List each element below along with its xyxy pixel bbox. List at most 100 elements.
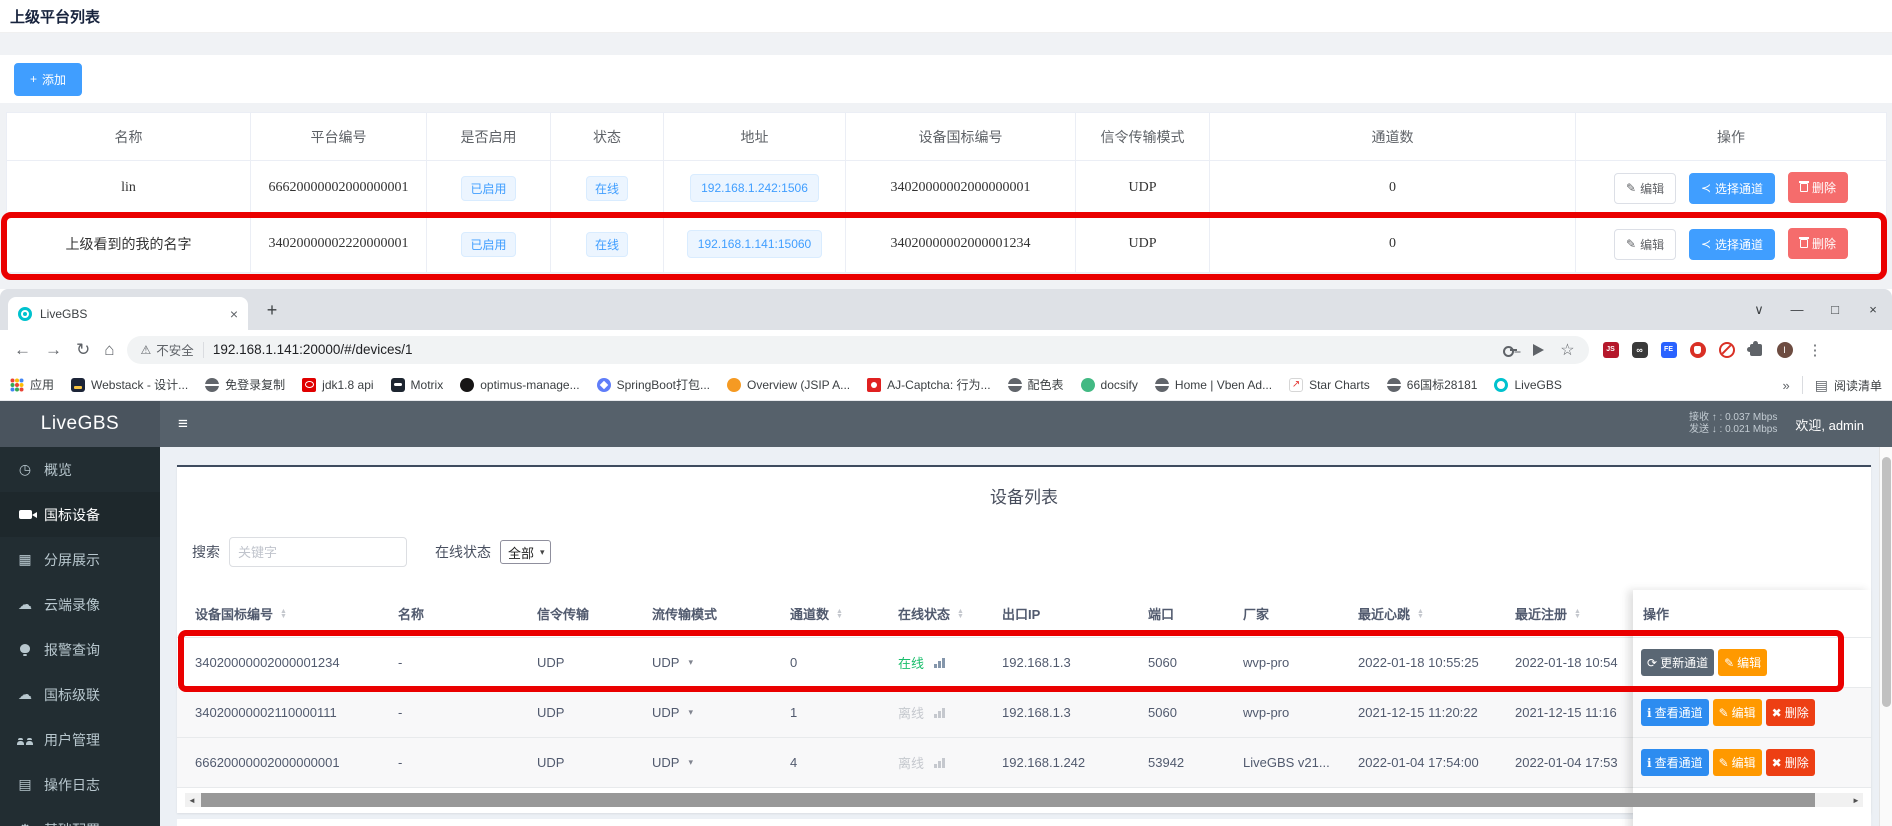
no-ads-extension-icon[interactable] (1719, 342, 1735, 358)
sort-icon[interactable]: ▲▼ (836, 609, 843, 619)
vertical-scrollbar[interactable] (1879, 447, 1892, 826)
forward-icon[interactable]: → (45, 340, 62, 360)
col-ip: 出口IP (1002, 604, 1148, 623)
tab-close-icon[interactable]: × (230, 306, 238, 322)
delete-button[interactable]: 删除 (1788, 228, 1848, 259)
address-link[interactable]: 192.168.1.141:15060 (687, 230, 822, 258)
chevron-down-icon: ▾ (688, 657, 693, 668)
blocker-extension-icon[interactable] (1690, 342, 1706, 358)
delete-button[interactable]: 删除 (1788, 172, 1848, 203)
fe-extension-icon[interactable]: FE (1661, 342, 1677, 358)
stream-mode-dropdown[interactable]: UDP▾ (652, 655, 790, 670)
send-icon[interactable] (1533, 344, 1544, 356)
maximize-button[interactable]: □ (1816, 289, 1854, 330)
delete-button[interactable]: ✖删除 (1766, 749, 1815, 776)
edit-button[interactable]: ✎编辑 (1614, 173, 1676, 204)
edit-button[interactable]: ✎编辑 (1713, 749, 1762, 776)
horizontal-scrollbar[interactable]: ◄ ► (185, 793, 1863, 807)
bookmark-springboot[interactable]: SpringBoot打包... (597, 376, 710, 393)
bookmark-star-charts[interactable]: ↗Star Charts (1289, 378, 1370, 392)
sort-icon[interactable]: ▲▼ (1417, 609, 1424, 619)
address-bar[interactable]: ⚠ 不安全 192.168.1.141:20000/#/devices/1 ☆ (127, 336, 1589, 364)
edit-button[interactable]: ✎编辑 (1614, 229, 1676, 260)
extensions-puzzle-icon[interactable] (1750, 344, 1762, 356)
new-tab-button[interactable]: + (258, 297, 286, 325)
browser-menu-icon[interactable]: ⋮ (1808, 341, 1823, 359)
scroll-left-icon[interactable]: ◄ (185, 796, 199, 805)
proxy-extension-icon[interactable]: ∞ (1632, 342, 1648, 358)
sidebar-item-gb-devices[interactable]: 国标设备 (0, 492, 160, 537)
stream-mode-dropdown[interactable]: UDP▾ (652, 705, 790, 720)
sidebar-toggle-icon[interactable]: ≡ (178, 414, 188, 434)
sidebar-item-overview[interactable]: ◷概览 (0, 447, 160, 492)
back-icon[interactable]: ← (14, 340, 31, 360)
online-status-select[interactable]: 全部 ▾ (500, 540, 551, 564)
edit-button[interactable]: ✎编辑 (1713, 699, 1762, 726)
scrollbar-thumb[interactable] (201, 793, 1815, 807)
address-link[interactable]: 192.168.1.242:1506 (690, 174, 819, 202)
sidebar-item-cloud-record[interactable]: ☁云端录像 (0, 582, 160, 627)
url-text[interactable]: 192.168.1.141:20000/#/devices/1 (213, 342, 1503, 357)
bookmark-vben[interactable]: Home | Vben Ad... (1155, 378, 1272, 392)
add-button[interactable]: + 添加 (14, 63, 82, 96)
close-button[interactable]: × (1854, 289, 1892, 330)
sort-icon[interactable]: ▲▼ (280, 609, 287, 619)
bookmark-webstack[interactable]: Webstack - 设计... (71, 376, 188, 393)
password-key-icon[interactable] (1503, 346, 1517, 354)
stream-mode-dropdown[interactable]: UDP▾ (652, 755, 790, 770)
col-registered[interactable]: 最近注册▲▼ (1515, 604, 1633, 623)
home-icon[interactable]: ⌂ (104, 340, 114, 360)
sidebar-item-logs[interactable]: ▤操作日志 (0, 762, 160, 807)
scrollbar-thumb[interactable] (1882, 457, 1891, 707)
bookmark-star-icon[interactable]: ☆ (1560, 340, 1574, 360)
browser-toolbar: ← → ↻ ⌂ ⚠ 不安全 192.168.1.141:20000/#/devi… (0, 330, 1892, 369)
window-chevron-icon[interactable]: ∨ (1740, 289, 1778, 330)
bookmark-livegbs[interactable]: LiveGBS (1494, 378, 1561, 392)
view-channels-button[interactable]: ℹ查看通道 (1641, 749, 1709, 776)
col-device-id[interactable]: 设备国标编号▲▼ (177, 604, 398, 623)
sidebar: ◷概览 国标设备 ▦分屏展示 ☁云端录像 报警查询 ☁↑国标级联 用户管理 ▤操… (0, 447, 160, 826)
bookmarks-overflow-icon[interactable]: » (1783, 378, 1790, 393)
col-heartbeat[interactable]: 最近心跳▲▼ (1358, 604, 1515, 623)
col-channels[interactable]: 通道数▲▼ (790, 604, 898, 623)
js-extension-icon[interactable]: JS (1603, 342, 1619, 358)
bookmark-apps[interactable]: 应用 (10, 376, 54, 393)
bar-chart-icon[interactable] (934, 658, 945, 668)
bookmark-colors[interactable]: 配色表 (1008, 376, 1064, 393)
sort-icon[interactable]: ▲▼ (957, 609, 964, 619)
welcome-user[interactable]: 欢迎, admin (1795, 415, 1864, 434)
bookmark-copy[interactable]: 免登录复制 (205, 376, 285, 393)
bookmark-docsify[interactable]: docsify (1081, 378, 1138, 392)
sidebar-item-alarms[interactable]: 报警查询 (0, 627, 160, 672)
sidebar-item-settings[interactable]: ⚙基础配置 (0, 807, 160, 826)
reading-list-button[interactable]: ▤ 阅读清单 (1815, 377, 1882, 394)
scroll-right-icon[interactable]: ► (1849, 796, 1863, 805)
sort-icon[interactable]: ▲▼ (1574, 609, 1581, 619)
bar-chart-icon[interactable] (934, 708, 945, 718)
delete-button[interactable]: ✖删除 (1766, 699, 1815, 726)
select-channel-button[interactable]: ≺选择通道 (1689, 173, 1775, 204)
bookmark-aj-captcha[interactable]: AJ-Captcha: 行为... (867, 376, 990, 393)
bar-chart-icon[interactable] (934, 758, 945, 768)
bookmark-motrix[interactable]: Motrix (391, 378, 444, 392)
select-channel-button[interactable]: ≺选择通道 (1689, 229, 1775, 260)
search-input[interactable] (229, 537, 407, 567)
platform-row-highlighted: 上级看到的我的名字 34020000002220000001 已启用 在线 19… (7, 216, 1887, 273)
sidebar-item-split-screen[interactable]: ▦分屏展示 (0, 537, 160, 582)
bookmark-jdk-api[interactable]: jdk1.8 api (302, 378, 373, 392)
reload-icon[interactable]: ↻ (76, 340, 90, 360)
profile-avatar[interactable]: I (1777, 342, 1793, 358)
app-logo[interactable]: LiveGBS (0, 401, 160, 447)
bookmark-gb28181[interactable]: 66国标28181 (1387, 376, 1478, 393)
col-online[interactable]: 在线状态▲▼ (898, 604, 1002, 623)
view-channels-button[interactable]: ℹ查看通道 (1641, 699, 1709, 726)
sidebar-item-cascade[interactable]: ☁↑国标级联 (0, 672, 160, 717)
bookmark-jsip[interactable]: Overview (JSIP A... (727, 378, 850, 392)
browser-tab[interactable]: LiveGBS × (8, 297, 248, 330)
minimize-button[interactable]: — (1778, 289, 1816, 330)
sidebar-item-users[interactable]: 用户管理 (0, 717, 160, 762)
update-channels-button[interactable]: ⟳更新通道 (1641, 649, 1714, 676)
bookmark-optimus[interactable]: optimus-manage... (460, 378, 579, 392)
edit-button[interactable]: ✎编辑 (1718, 649, 1767, 676)
device-list-card: 设备列表 搜索 在线状态 全部 ▾ 设备国标编号▲▼ 名称 (177, 465, 1871, 813)
